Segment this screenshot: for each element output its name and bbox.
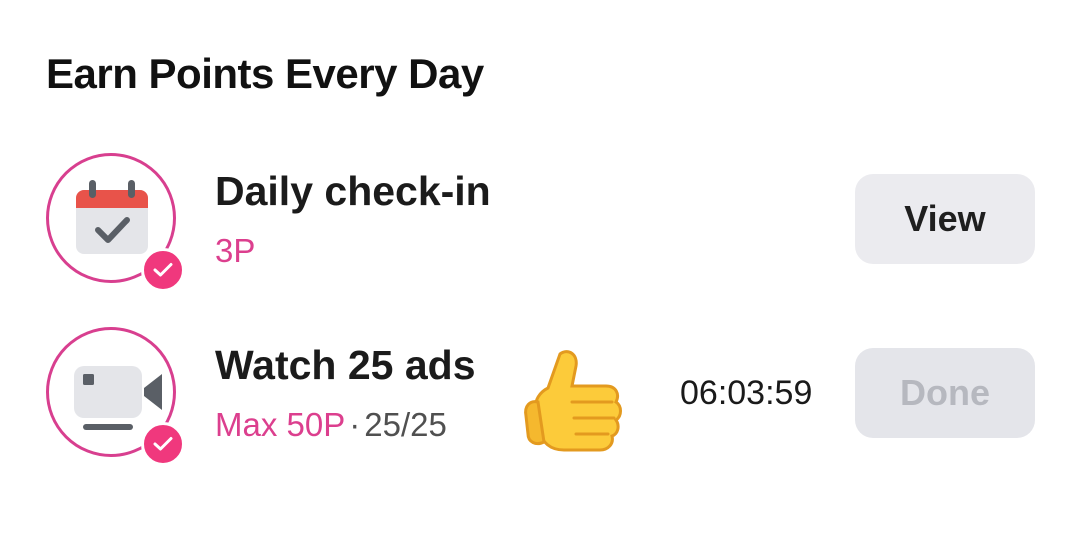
thumbs-up-icon bbox=[524, 350, 622, 452]
task-reward: 3P bbox=[215, 232, 256, 269]
task-row-daily-check-in: Daily check-in 3P View bbox=[0, 150, 1080, 292]
done-button[interactable]: Done bbox=[855, 348, 1035, 438]
task-reward-line: Max 50P · 25/25 bbox=[215, 406, 447, 444]
task-progress: 25/25 bbox=[364, 406, 447, 443]
separator-dot: · bbox=[349, 406, 361, 443]
completed-check-badge bbox=[141, 248, 185, 292]
view-button[interactable]: View bbox=[855, 174, 1035, 264]
task-reward: Max 50P bbox=[215, 406, 346, 443]
task-row-watch-ads: Watch 25 ads Max 50P · 25/25 06:03:59 Done bbox=[0, 324, 1080, 466]
task-title: Watch 25 ads bbox=[215, 342, 476, 388]
checkmark-icon bbox=[153, 263, 173, 277]
checkmark-icon bbox=[153, 437, 173, 451]
task-icon-frame bbox=[46, 153, 185, 292]
section-title: Earn Points Every Day bbox=[46, 50, 484, 97]
completed-check-badge bbox=[141, 422, 185, 466]
calendar-check-icon bbox=[76, 180, 148, 254]
task-icon-frame bbox=[46, 327, 185, 466]
task-title: Daily check-in bbox=[215, 168, 491, 214]
cooldown-timer: 06:03:59 bbox=[680, 374, 813, 412]
task-reward-line: 3P bbox=[215, 232, 255, 270]
video-camera-icon bbox=[74, 366, 162, 430]
